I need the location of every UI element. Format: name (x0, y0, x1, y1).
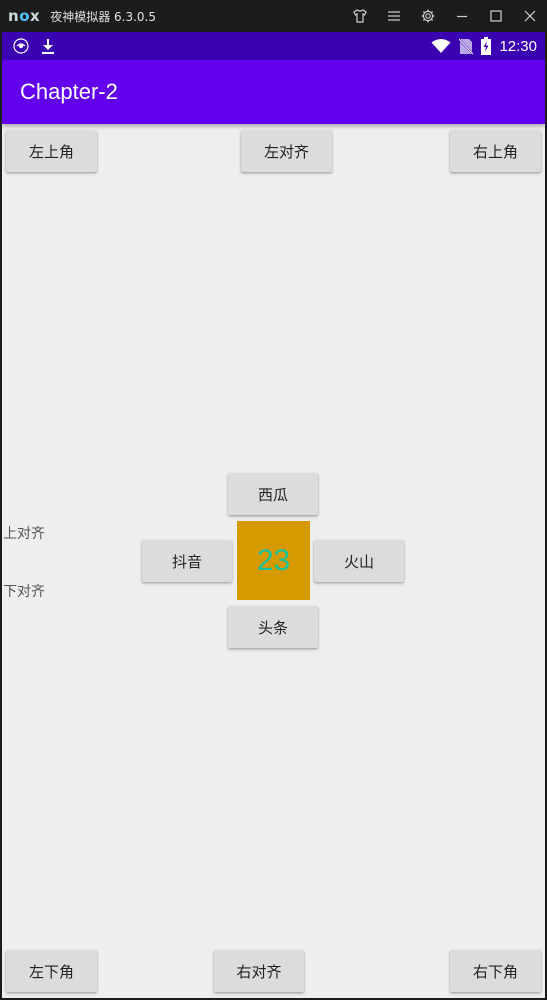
app-bar: Chapter-2 (2, 60, 545, 124)
emulator-controls (343, 0, 547, 32)
nox-logo: nox (8, 7, 41, 25)
align-bottom-label: 下对齐 (3, 584, 45, 600)
top-right-button[interactable]: 右上角 (450, 130, 541, 172)
wifi-icon (431, 38, 451, 54)
bottom-center-button[interactable]: 右对齐 (214, 950, 304, 992)
status-bar: 12:30 (2, 32, 545, 60)
center-right-button[interactable]: 火山 (314, 540, 404, 582)
center-number: 23 (256, 543, 291, 577)
nox-sync-icon (12, 37, 30, 55)
download-icon (40, 37, 56, 55)
gear-icon[interactable] (411, 0, 445, 32)
top-center-button[interactable]: 左对齐 (241, 130, 332, 172)
no-sim-icon (459, 37, 474, 55)
bottom-left-button[interactable]: 左下角 (6, 950, 97, 992)
battery-charging-icon (481, 37, 492, 55)
close-icon[interactable] (513, 0, 547, 32)
app-title: Chapter-2 (20, 79, 118, 104)
device-screen: 12:30 Chapter-2 左上角 左对齐 右上角 上对齐 下对齐 西瓜 抖… (2, 32, 545, 998)
center-bottom-button[interactable]: 头条 (228, 606, 318, 648)
maximize-icon[interactable] (479, 0, 513, 32)
emulator-titlebar: nox 夜神模拟器 6.3.0.5 (0, 0, 547, 32)
emulator-title: 夜神模拟器 6.3.0.5 (50, 9, 156, 24)
align-top-label: 上对齐 (3, 526, 45, 542)
top-left-button[interactable]: 左上角 (6, 130, 97, 172)
center-top-button[interactable]: 西瓜 (228, 473, 318, 515)
status-time: 12:30 (499, 37, 537, 55)
menu-icon[interactable] (377, 0, 411, 32)
minimize-icon[interactable] (445, 0, 479, 32)
bottom-right-button[interactable]: 右下角 (450, 950, 541, 992)
center-left-button[interactable]: 抖音 (142, 540, 232, 582)
shirt-icon[interactable] (343, 0, 377, 32)
center-number-box: 23 (237, 521, 310, 600)
